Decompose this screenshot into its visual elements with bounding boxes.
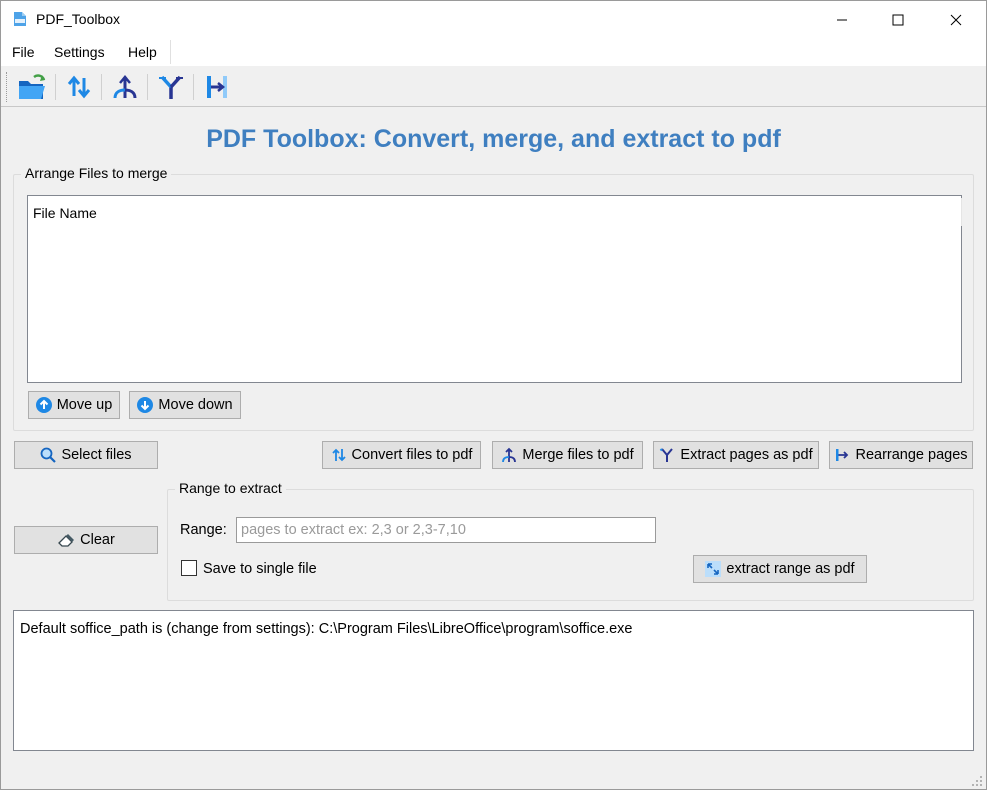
rearrange-pages-label: Rearrange pages	[855, 447, 968, 463]
extract-pages-label: Extract pages as pdf	[680, 447, 813, 463]
arrow-up-circle-icon	[35, 397, 52, 413]
move-up-button[interactable]: Move up	[28, 391, 120, 419]
menu-bar: File Settings Help	[1, 38, 986, 66]
toolbar-divider	[55, 74, 56, 100]
app-window: PDF_Toolbox File Settings Help PDF Toolb…	[0, 0, 987, 790]
menu-settings[interactable]: Settings	[54, 44, 105, 60]
convert-icon	[331, 447, 347, 463]
toolbar-divider	[147, 74, 148, 100]
merge-icon	[501, 447, 517, 463]
merge-files-label: Merge files to pdf	[522, 447, 634, 463]
single-file-label[interactable]: Save to single file	[203, 561, 317, 577]
convert-files-button[interactable]: Convert files to pdf	[322, 441, 481, 469]
rearrange-pages-button[interactable]: Rearrange pages	[829, 441, 973, 469]
maximize-button[interactable]	[875, 1, 921, 38]
rearrange-icon[interactable]	[199, 70, 235, 104]
menu-file[interactable]: File	[12, 44, 35, 60]
menu-divider	[170, 40, 171, 64]
eraser-icon	[57, 532, 75, 548]
move-down-button[interactable]: Move down	[129, 391, 241, 419]
log-output[interactable]: Default soffice_path is (change from set…	[13, 610, 974, 751]
merge-icon[interactable]	[107, 70, 143, 104]
extract-range-label: extract range as pdf	[726, 561, 855, 577]
open-folder-icon[interactable]	[14, 70, 50, 104]
select-files-label: Select files	[61, 447, 132, 463]
resize-grip-icon[interactable]	[971, 774, 983, 786]
convert-files-label: Convert files to pdf	[351, 447, 473, 463]
extract-icon	[659, 447, 675, 463]
minimize-button[interactable]	[819, 1, 865, 38]
single-file-checkbox[interactable]	[181, 560, 197, 576]
toolbar-divider	[101, 74, 102, 100]
expand-icon	[705, 561, 722, 577]
menu-help[interactable]: Help	[128, 44, 157, 60]
merge-files-button[interactable]: Merge files to pdf	[492, 441, 643, 469]
page-title: PDF Toolbox: Convert, merge, and extract…	[206, 125, 781, 153]
clear-button[interactable]: Clear	[14, 526, 158, 554]
extract-range-button[interactable]: extract range as pdf	[693, 555, 867, 583]
pdf-app-icon	[12, 11, 28, 27]
search-icon	[40, 447, 57, 463]
close-button[interactable]	[933, 1, 979, 38]
window-title: PDF_Toolbox	[36, 11, 121, 27]
clear-label: Clear	[80, 532, 115, 548]
range-input[interactable]	[236, 517, 656, 543]
extract-pages-button[interactable]: Extract pages as pdf	[653, 441, 819, 469]
toolbar	[1, 66, 986, 107]
arrow-down-circle-icon	[137, 397, 154, 413]
toolbar-grip[interactable]	[6, 72, 9, 102]
range-label: Range:	[180, 522, 227, 538]
rearrange-icon	[834, 447, 850, 463]
arrange-group-title: Arrange Files to merge	[21, 165, 172, 181]
list-column-header[interactable]: File Name	[33, 205, 97, 221]
range-group	[167, 489, 974, 601]
column-divider	[961, 198, 962, 226]
range-group-title: Range to extract	[175, 480, 286, 496]
log-text: Default soffice_path is (change from set…	[20, 621, 633, 637]
move-down-label: Move down	[158, 397, 233, 413]
file-list[interactable]: File Name	[27, 195, 962, 383]
toolbar-divider	[193, 74, 194, 100]
extract-icon[interactable]	[153, 70, 189, 104]
convert-icon[interactable]	[61, 70, 97, 104]
title-bar: PDF_Toolbox	[1, 1, 986, 38]
move-up-label: Move up	[56, 397, 113, 413]
select-files-button[interactable]: Select files	[14, 441, 158, 469]
